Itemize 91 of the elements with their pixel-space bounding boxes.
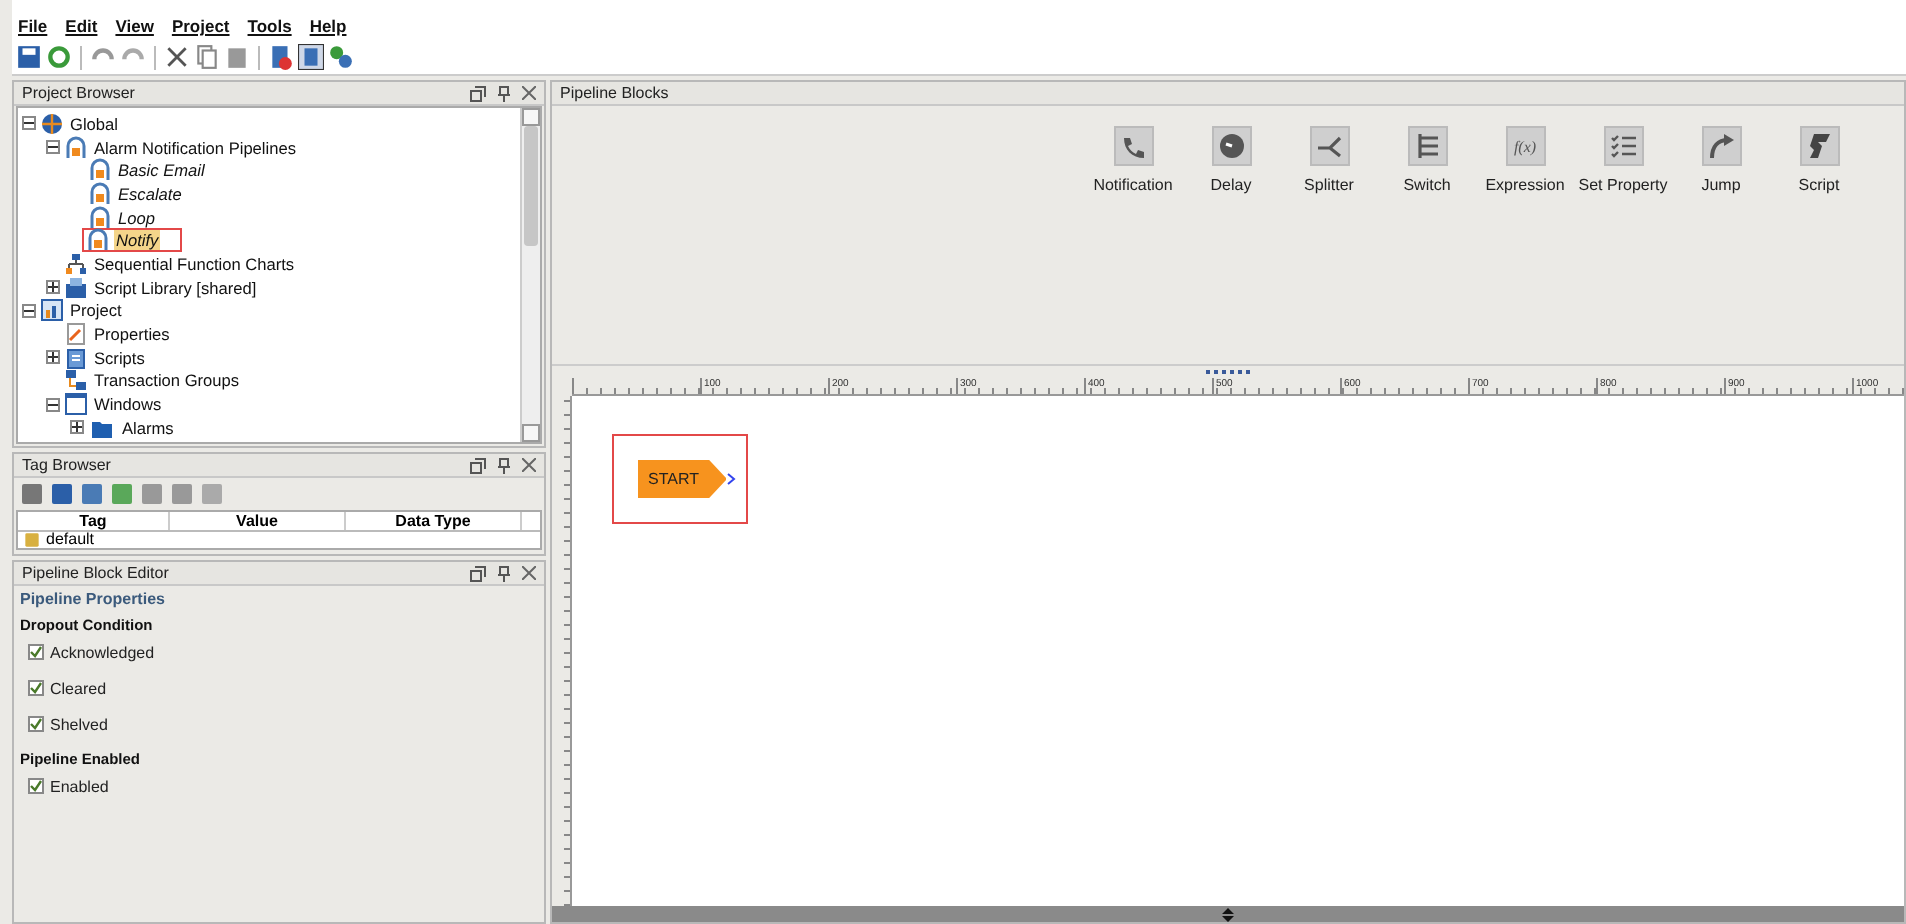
checkbox-label: Cleared xyxy=(50,679,107,697)
checkbox-label: Enabled xyxy=(50,777,109,795)
block-button[interactable]: Switch xyxy=(1378,126,1476,210)
block-button[interactable]: f(x) Expression xyxy=(1476,126,1574,210)
checkbox-label: Acknowledged xyxy=(50,643,155,661)
menu-item[interactable]: File xyxy=(18,16,48,36)
function-icon: f(x) xyxy=(1505,126,1545,166)
block-button[interactable]: Script xyxy=(1770,126,1868,210)
block-button[interactable]: Set Property xyxy=(1574,126,1672,210)
menu-item[interactable]: Help xyxy=(309,16,347,36)
panel-title: Project Browser xyxy=(22,84,135,102)
column-header[interactable]: Tag xyxy=(18,512,170,530)
library-icon xyxy=(64,275,88,300)
tree-item[interactable]: Properties xyxy=(92,324,172,345)
project-icon xyxy=(40,298,64,323)
transaction-icon xyxy=(64,368,88,393)
column-header[interactable]: Data Type xyxy=(346,512,522,530)
window-icon xyxy=(64,392,88,417)
collapse-icon[interactable] xyxy=(22,303,36,318)
cut-icon[interactable] xyxy=(164,44,190,70)
tree-item[interactable]: Transaction Groups xyxy=(92,370,242,391)
section-title: Pipeline Properties xyxy=(20,590,167,608)
restore-icon[interactable] xyxy=(470,457,486,473)
block-button[interactable]: Splitter xyxy=(1280,126,1378,210)
tree-item[interactable]: Sequential Function Charts xyxy=(92,253,297,274)
checkbox[interactable] xyxy=(28,778,44,794)
tree-item[interactable]: Global xyxy=(68,113,120,134)
folder-icon xyxy=(22,532,42,548)
tree-item[interactable]: Escalate xyxy=(116,183,184,204)
start-node[interactable]: START xyxy=(638,460,727,498)
chart-icon xyxy=(64,251,88,276)
tree-item[interactable]: Basic Email xyxy=(116,160,207,181)
tree-item[interactable]: Loop xyxy=(116,207,157,228)
checkbox-label: Shelved xyxy=(50,715,108,733)
panel-title: Pipeline Blocks xyxy=(560,84,669,102)
expand-icon[interactable] xyxy=(46,350,60,365)
pin-icon[interactable] xyxy=(498,565,510,581)
tree-item[interactable]: Windows xyxy=(92,394,164,415)
panel-title: Pipeline Block Editor xyxy=(22,564,169,582)
block-button[interactable]: Jump xyxy=(1672,126,1770,210)
pipeline-icon xyxy=(88,158,112,183)
collapse-icon[interactable] xyxy=(46,140,60,155)
column-header[interactable]: Value xyxy=(170,512,346,530)
resize-icon[interactable] xyxy=(1222,907,1234,921)
checkbox[interactable] xyxy=(28,680,44,696)
paste-icon[interactable] xyxy=(224,44,250,70)
block-button[interactable]: Notification xyxy=(1084,126,1182,210)
restore-icon[interactable] xyxy=(470,565,486,581)
clock-icon xyxy=(1211,126,1251,166)
restore-icon[interactable] xyxy=(470,85,486,101)
checkbox[interactable] xyxy=(28,644,44,660)
phone-icon xyxy=(1113,126,1153,166)
block-button[interactable]: Delay xyxy=(1182,126,1280,210)
menu-item[interactable]: Project xyxy=(171,16,230,36)
pipeline-icon xyxy=(88,205,112,230)
pipeline-icon xyxy=(88,181,112,206)
properties-icon xyxy=(64,322,88,347)
tree-item[interactable]: Notify xyxy=(114,230,161,251)
scrollbar[interactable] xyxy=(520,108,540,442)
scroll-icon xyxy=(1799,126,1839,166)
collapse-icon[interactable] xyxy=(22,116,36,131)
connector-icon[interactable] xyxy=(726,472,737,486)
split-icon xyxy=(1309,126,1349,166)
expand-icon[interactable] xyxy=(70,420,84,435)
save-icon[interactable] xyxy=(16,44,42,70)
close-icon[interactable] xyxy=(522,458,536,472)
close-icon[interactable] xyxy=(522,566,536,580)
panel-title: Tag Browser xyxy=(22,456,111,474)
close-icon[interactable] xyxy=(522,86,536,100)
pin-icon[interactable] xyxy=(498,457,510,473)
tree-item[interactable]: Alarms xyxy=(120,417,176,438)
tree-item[interactable]: Scripts xyxy=(92,347,147,368)
table-cell: default xyxy=(46,532,95,548)
tree-item[interactable]: Script Library [shared] xyxy=(92,277,259,298)
copy-icon[interactable] xyxy=(194,44,220,70)
branch-icon xyxy=(1407,126,1447,166)
refresh-icon[interactable] xyxy=(46,44,72,70)
scripts-icon xyxy=(64,345,88,370)
pipeline-icon xyxy=(86,228,110,253)
tree-item[interactable]: Project xyxy=(68,300,124,321)
collapse-icon[interactable] xyxy=(46,397,60,412)
expand-icon[interactable] xyxy=(46,280,60,295)
menu-item[interactable]: Tools xyxy=(247,16,292,36)
scrollbar[interactable] xyxy=(552,906,1904,922)
pin-icon[interactable] xyxy=(498,85,510,101)
checklist-icon xyxy=(1603,126,1643,166)
pipeline-icon xyxy=(64,135,88,160)
menu-item[interactable]: Edit xyxy=(65,16,98,36)
tree-item[interactable]: Alarm Notification Pipelines xyxy=(92,137,298,158)
checkbox[interactable] xyxy=(28,716,44,732)
menu-item[interactable]: View xyxy=(115,16,154,36)
